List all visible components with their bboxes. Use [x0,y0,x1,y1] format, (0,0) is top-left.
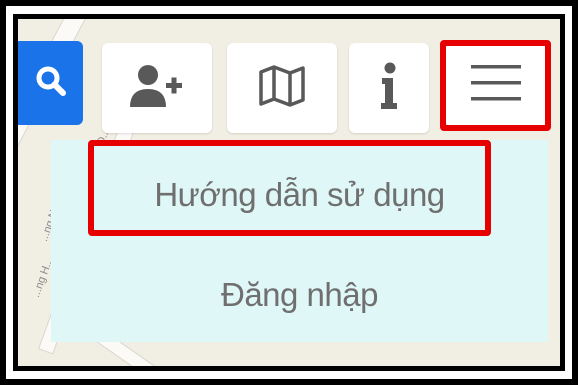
search-icon [34,64,68,103]
menu-item-login[interactable]: Đăng nhập [51,276,548,314]
add-user-button[interactable] [102,43,212,133]
search-button[interactable] [18,41,83,125]
highlight-menu-button [440,40,551,131]
add-user-icon [128,63,186,114]
map-viewport[interactable]: ...ng H... ...ng Ngô... ...Nguyễn Đ... [18,19,560,366]
screenshot-frame: ...ng H... ...ng Ngô... ...Nguyễn Đ... [0,0,578,385]
highlight-user-guide-item [88,140,491,236]
info-button[interactable] [349,43,429,133]
info-icon [378,62,400,115]
map-icon [258,64,306,113]
map-button[interactable] [227,43,337,133]
